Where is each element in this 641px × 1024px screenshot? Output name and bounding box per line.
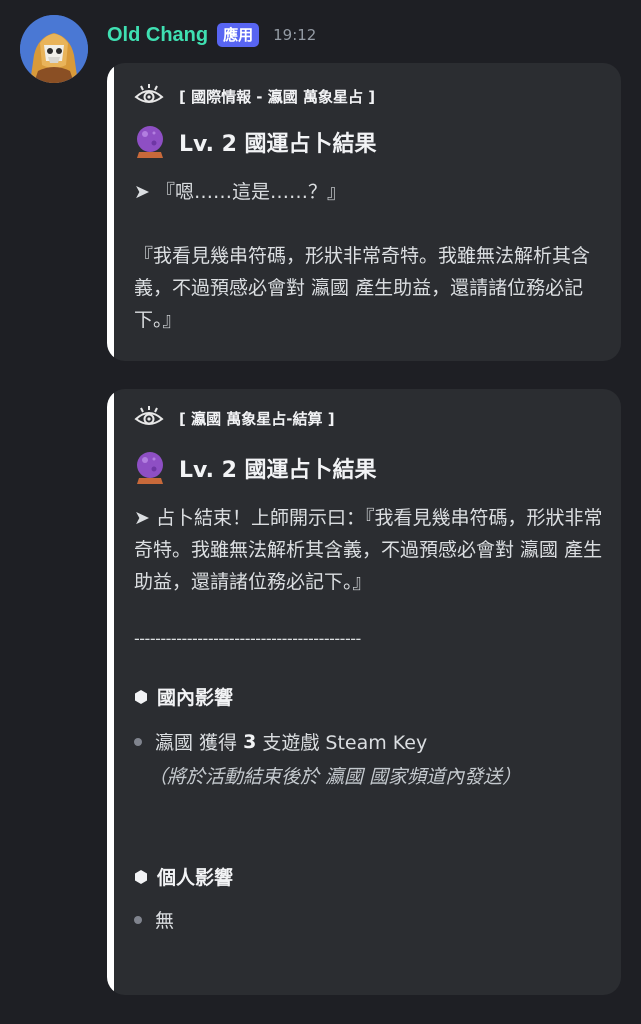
hexagon-bullet-icon xyxy=(135,869,147,884)
eye-icon xyxy=(134,84,164,103)
avatar-icon xyxy=(20,15,88,83)
username[interactable]: Old Chang xyxy=(107,24,208,47)
crystal-ball-icon xyxy=(137,452,163,484)
embed-author-name: [ 瀛國 萬象星占-結算 ] xyxy=(179,409,335,428)
list-item-note: （將於活動結束後於 瀛國 國家頻道內發送） xyxy=(148,766,522,788)
embed-title-text: Lv. 2 國運占卜結果 xyxy=(179,132,377,157)
list-item-prefix: 瀛國 獲得 xyxy=(155,732,244,754)
embed-title: Lv. 2 國運占卜結果 xyxy=(134,450,377,486)
embed-title: Lv. 2 國運占卜結果 xyxy=(134,124,377,160)
text-divider: ----------------------------------------… xyxy=(134,629,361,648)
eye-icon xyxy=(134,406,164,425)
embed-result: [ 瀛國 萬象星占-結算 ] Lv. 2 國運占卜結果 ➤ 占卜結束！上師開示曰… xyxy=(107,389,621,995)
embed-intel: [ 國際情報 - 瀛國 萬象星占 ] Lv. 2 國運占卜結果 ➤ 『嗯……這是… xyxy=(107,63,621,361)
list-item-text: 無 xyxy=(155,910,175,932)
user-avatar[interactable] xyxy=(20,15,88,83)
embed-author: [ 國際情報 - 瀛國 萬象星占 ] xyxy=(134,83,375,109)
section-heading-text: 國內影響 xyxy=(157,687,234,709)
list-item-personal: 無 xyxy=(134,906,174,933)
message-header: Old Chang 應用 19:12 xyxy=(107,20,316,50)
section-heading-personal: 個人影響 xyxy=(134,863,233,890)
bullet-dot xyxy=(134,737,142,746)
embed-author: [ 瀛國 萬象星占-結算 ] xyxy=(134,405,335,431)
bullet-dot xyxy=(134,915,142,924)
timestamp[interactable]: 19:12 xyxy=(273,26,316,44)
app-badge: 應用 xyxy=(217,23,260,47)
embed-author-name: [ 國際情報 - 瀛國 萬象星占 ] xyxy=(179,87,376,106)
embed-description: ➤ 占卜結束！上師開示曰：『我看見幾串符碼，形狀非常奇特。我雖無法解析其含義，不… xyxy=(134,507,603,593)
list-item-domestic: 瀛國 獲得 3 支遊戲 Steam Key xyxy=(134,728,427,755)
crystal-ball-icon xyxy=(137,126,163,158)
embed-description-line: ➤ 『嗯……這是……？』 xyxy=(134,181,346,203)
embed-title-text: Lv. 2 國運占卜結果 xyxy=(179,458,377,483)
list-item-suffix: 支遊戲 Steam Key xyxy=(256,732,428,754)
list-item-number: 3 xyxy=(243,730,257,753)
hexagon-bullet-icon xyxy=(135,689,147,704)
section-heading-text: 個人影響 xyxy=(157,867,234,889)
section-heading-domestic: 國內影響 xyxy=(134,683,233,710)
embed-description-paragraph: 『我看見幾串符碼，形狀非常奇特。我雖無法解析其含義，不過預感必會對 瀛國 產生助… xyxy=(134,245,591,331)
chat-message: Old Chang 應用 19:12 [ 國際情報 - 瀛國 萬象星占 ] Lv… xyxy=(0,0,641,1024)
